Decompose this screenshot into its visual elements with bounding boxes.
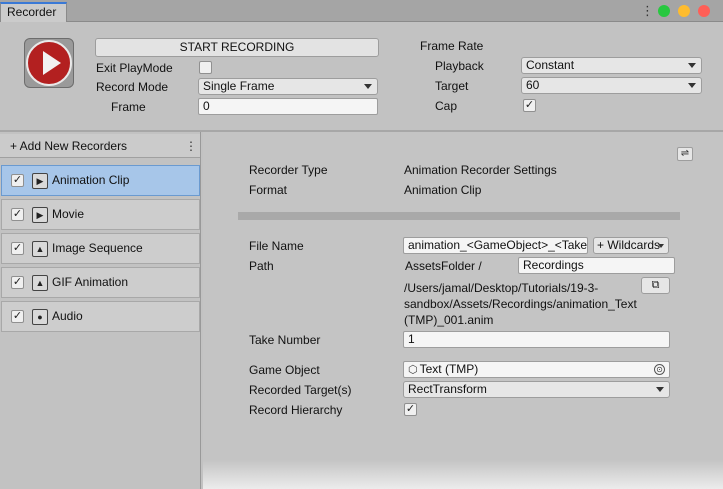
open-folder-button[interactable]: ⧉ [641,277,670,294]
image-sequence-icon: ▲ [32,241,48,257]
target-value: 60 [526,78,540,92]
exit-playmode-label: Exit PlayMode [96,61,173,75]
recorder-enabled-checkbox[interactable]: ✓ [11,208,24,221]
section-separator [238,212,680,220]
cap-label: Cap [435,99,458,113]
recorder-item-gif-animation[interactable]: ✓ ▲ GIF Animation [1,267,200,298]
panel-bottom-shade [203,460,723,489]
more-options-icon[interactable]: ⋮ [185,138,197,154]
recorder-item-label: Movie [52,207,85,221]
path-root-dropdown[interactable]: AssetsFolder / [405,258,482,274]
record-mode-value: Single Frame [203,79,275,93]
file-name-label: File Name [249,239,304,253]
take-number-label: Take Number [249,333,321,347]
recorder-type-label: Recorder Type [249,163,328,177]
frame-field[interactable]: 0 [198,98,378,115]
target-label: Target [435,79,469,93]
recorder-item-audio[interactable]: ✓ ● Audio [1,301,200,332]
recorder-item-label: Image Sequence [52,241,143,255]
game-object-value: Text (TMP) [419,362,479,376]
external-link-icon: ⧉ [651,279,660,291]
object-picker-icon[interactable]: ⊙ [654,364,665,375]
tab-recorder[interactable]: Recorder [0,2,67,22]
audio-icon: ● [32,309,48,325]
game-object-label: Game Object [249,363,320,377]
add-new-recorders-button[interactable]: + Add New Recorders [0,134,200,158]
playback-label: Playback [435,59,484,73]
recorder-enabled-checkbox[interactable]: ✓ [11,242,24,255]
path-folder-field[interactable]: Recordings [518,257,675,274]
format-value: Animation Clip [404,183,482,197]
output-path-text: /Users/jamal/Desktop/Tutorials/19-3-sand… [404,281,637,327]
format-label: Format [249,183,288,197]
frame-rate-label: Frame Rate [420,39,484,53]
wildcards-dropdown[interactable]: + Wildcards [593,237,669,254]
exit-playmode-checkbox[interactable] [199,61,212,74]
record-hierarchy-label: Record Hierarchy [249,403,343,417]
wildcards-label: + Wildcards [597,238,661,252]
recorder-enabled-checkbox[interactable]: ✓ [11,310,24,323]
recorder-item-animation-clip[interactable]: ✓ ▶ Animation Clip [1,165,200,196]
playback-dropdown[interactable]: Constant [521,57,702,74]
game-object-field[interactable]: ⬡ Text (TMP) ⊙ [403,361,670,378]
play-record-icon [26,40,72,86]
gif-animation-icon: ▲ [32,275,48,291]
record-hierarchy-checkbox[interactable]: ✓ [404,403,417,416]
recorder-item-label: Animation Clip [52,173,130,187]
title-bar [0,0,723,22]
recorded-targets-dropdown[interactable]: RectTransform [403,381,670,398]
target-dropdown[interactable]: 60 [521,77,702,94]
file-name-field[interactable]: animation_<GameObject>_<Take> [403,237,588,254]
recorder-item-movie[interactable]: ✓ ▶ Movie [1,199,200,230]
chevron-down-icon [364,84,372,89]
cap-checkbox[interactable]: ✓ [523,99,536,112]
recorded-targets-label: Recorded Target(s) [249,383,352,397]
more-options-icon[interactable]: ⋮ [641,3,654,19]
window-close-button[interactable] [698,5,710,17]
animation-clip-icon: ▶ [32,173,48,189]
path-label: Path [249,259,274,273]
recorded-targets-value: RectTransform [408,382,487,396]
recorder-item-image-sequence[interactable]: ✓ ▲ Image Sequence [1,233,200,264]
record-button[interactable] [24,38,74,88]
recorder-item-label: GIF Animation [52,275,129,289]
chevron-down-icon [658,244,664,248]
start-recording-button[interactable]: START RECORDING [95,38,379,57]
playback-value: Constant [526,58,575,72]
recorder-enabled-checkbox[interactable]: ✓ [11,276,24,289]
window-zoom-button[interactable] [658,5,670,17]
take-number-field[interactable]: 1 [403,331,670,348]
movie-icon: ▶ [32,207,48,223]
record-mode-label: Record Mode [96,80,169,94]
window-minimize-button[interactable] [678,5,690,17]
recorder-enabled-checkbox[interactable]: ✓ [11,174,24,187]
recorder-item-label: Audio [52,309,83,323]
preset-settings-icon[interactable]: ⇌ [677,147,693,161]
frame-label: Frame [111,100,146,114]
chevron-down-icon [688,83,696,88]
game-object-icon: ⬡ [408,364,418,376]
record-mode-dropdown[interactable]: Single Frame [198,78,378,95]
chevron-down-icon [688,63,696,68]
recorder-type-value: Animation Recorder Settings [404,163,557,177]
chevron-down-icon [656,387,664,392]
